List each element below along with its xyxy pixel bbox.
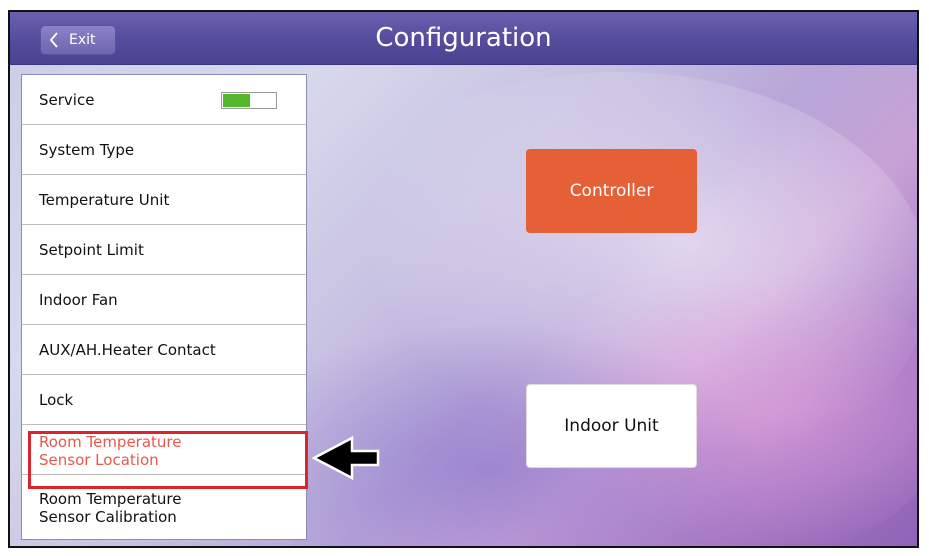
sidebar-item-system-type[interactable]: System Type bbox=[22, 125, 306, 175]
header-bar: Configuration Exit bbox=[10, 12, 917, 65]
sidebar-item-label: Setpoint Limit bbox=[39, 240, 144, 259]
sidebar-item-indoor-fan[interactable]: Indoor Fan bbox=[22, 275, 306, 325]
sidebar-item-label-line2: Sensor Calibration bbox=[39, 508, 177, 526]
sidebar-item-label: Indoor Fan bbox=[39, 290, 118, 309]
sidebar-item-lock[interactable]: Lock bbox=[22, 375, 306, 425]
sidebar-item-label: AUX/AH.Heater Contact bbox=[39, 340, 216, 359]
sidebar-item-aux-heater-contact[interactable]: AUX/AH.Heater Contact bbox=[22, 325, 306, 375]
controller-button[interactable]: Controller bbox=[526, 149, 697, 233]
sidebar-item-label: System Type bbox=[39, 140, 135, 159]
page-title: Configuration bbox=[375, 23, 552, 53]
exit-button[interactable]: Exit bbox=[40, 25, 116, 55]
sidebar-item-label: Temperature Unit bbox=[39, 190, 170, 209]
toggle-on-indicator bbox=[223, 94, 250, 107]
annotation-highlight-box bbox=[28, 431, 308, 489]
indoor-unit-button[interactable]: Indoor Unit bbox=[526, 384, 697, 468]
sidebar-item-label: Lock bbox=[39, 390, 74, 409]
sidebar-item-label-line1: Room Temperature bbox=[39, 490, 182, 508]
exit-label: Exit bbox=[69, 32, 96, 48]
arrow-left-icon bbox=[312, 436, 380, 480]
sidebar-item-setpoint-limit[interactable]: Setpoint Limit bbox=[22, 225, 306, 275]
sidebar-item-service[interactable]: Service bbox=[22, 75, 306, 125]
chevron-left-icon bbox=[49, 32, 58, 48]
sidebar-item-label: Service bbox=[39, 90, 95, 109]
service-toggle[interactable] bbox=[221, 92, 277, 109]
sidebar-item-temperature-unit[interactable]: Temperature Unit bbox=[22, 175, 306, 225]
